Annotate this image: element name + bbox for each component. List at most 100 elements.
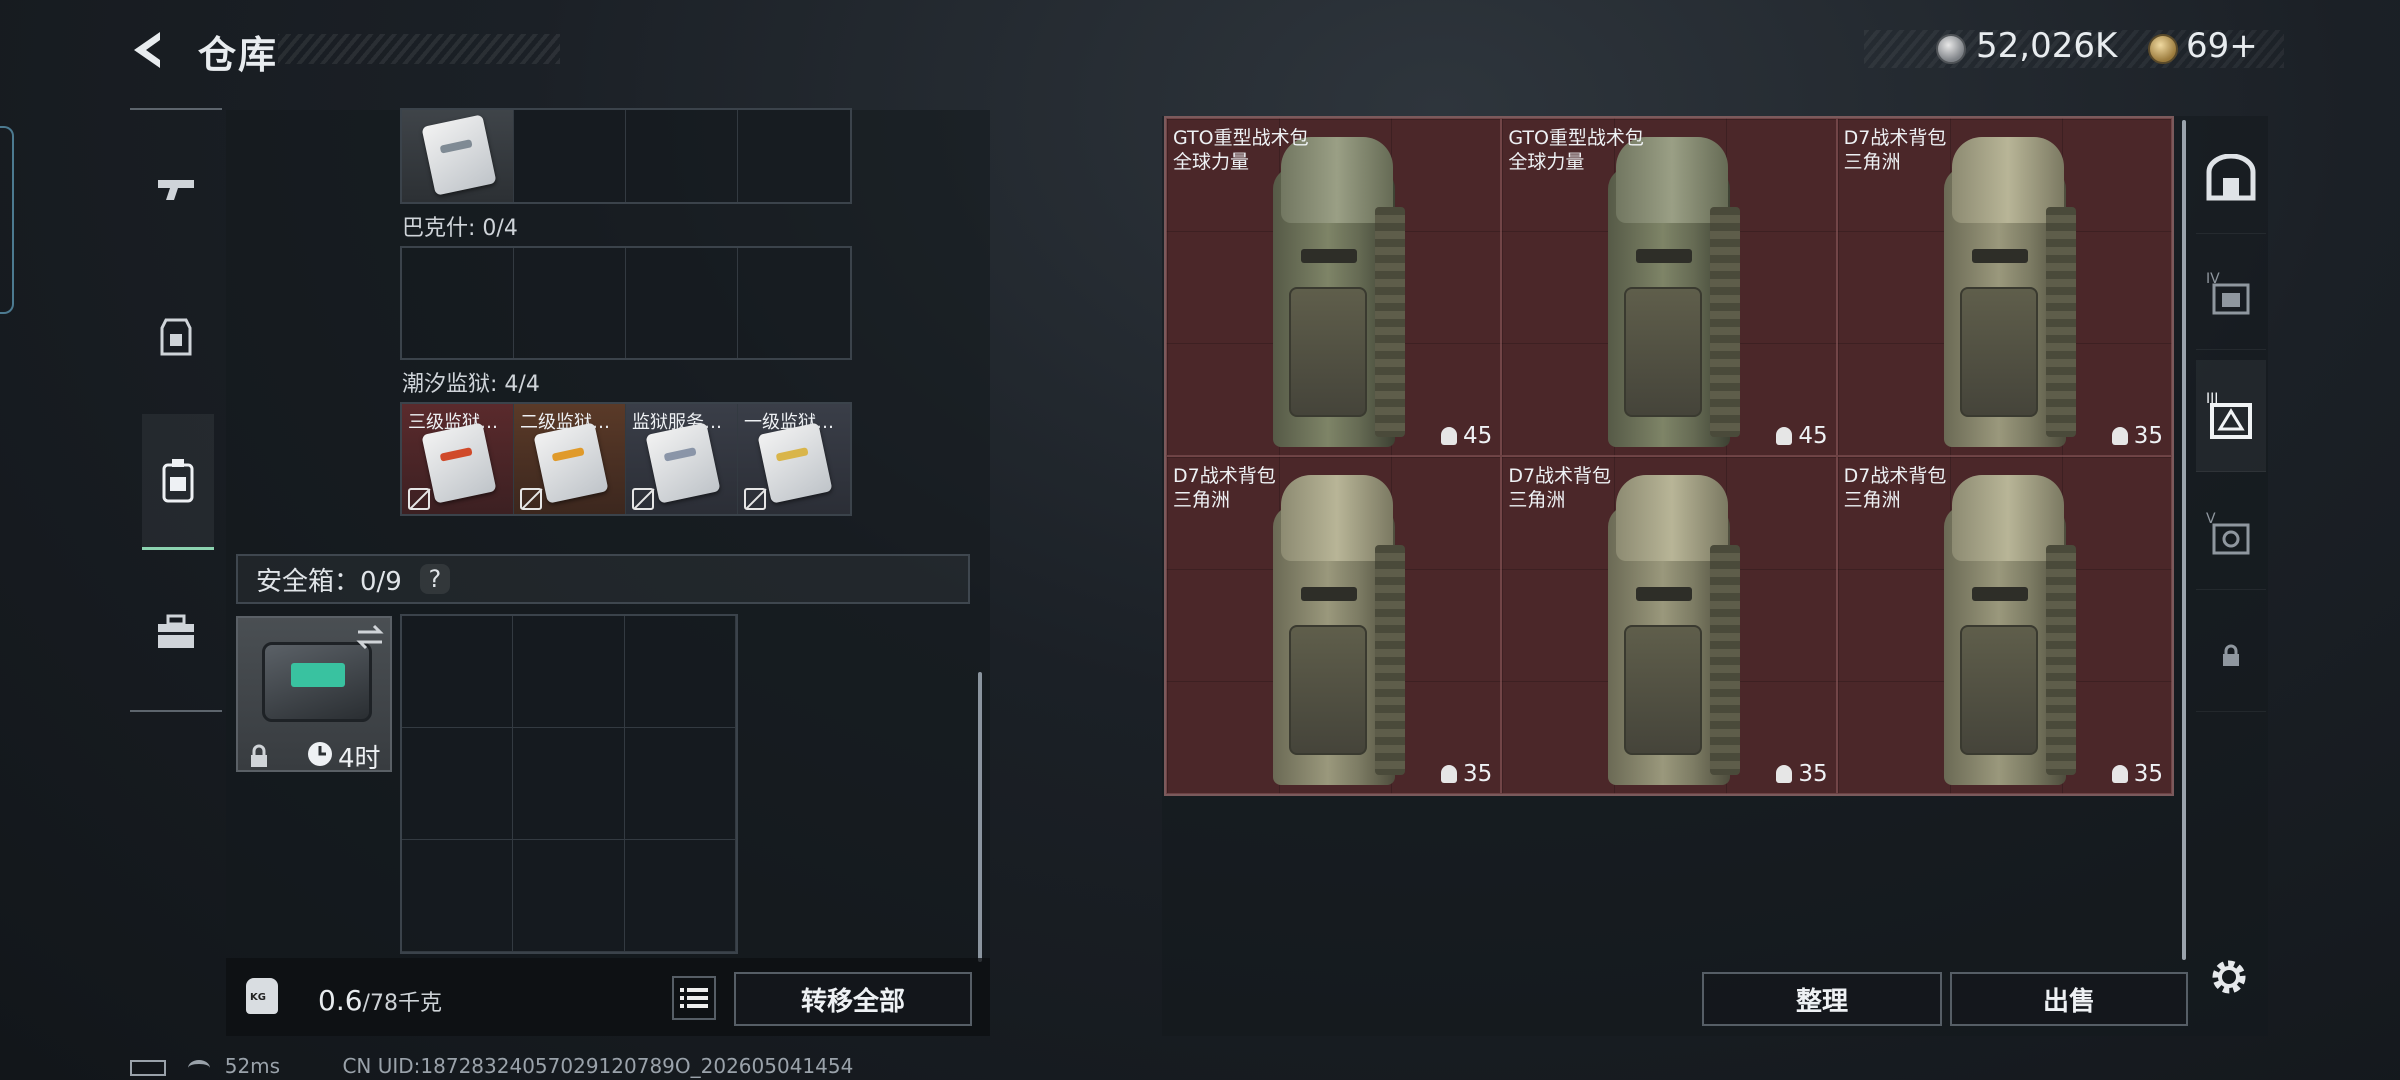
key-slot-row [400,108,852,204]
tab-armor[interactable] [130,290,222,386]
key-slot[interactable] [402,248,514,358]
lock-icon [2223,644,2239,666]
list-view-button[interactable] [672,976,716,1020]
safe-slot[interactable] [513,840,625,952]
back-arrow-icon [134,32,160,68]
safe-box-item[interactable]: 4时 [236,616,392,774]
capacity-badge: 35 [1441,761,1492,787]
sell-button[interactable]: 出售 [1950,972,2188,1026]
backpack-item[interactable]: D7战术背包 三角洲 35 [1836,456,2172,794]
tab-storage-v[interactable]: V [2196,478,2266,590]
sort-button[interactable]: 整理 [1702,972,1942,1026]
capacity-icon [2111,427,2128,445]
list-icon [680,988,708,1008]
safe-box-grid [400,614,738,954]
transfer-all-button[interactable]: 转移全部 [734,972,972,1026]
safe-slot[interactable] [402,728,514,840]
unlocked-icon [408,488,430,510]
key-slot[interactable] [738,110,850,202]
backpack-icon [1934,137,2084,447]
gold-currency-value: 69+ [2186,26,2258,66]
capacity-badge: 35 [2111,761,2163,787]
safe-box-timer: 4时 [338,744,381,774]
tab-toolbox[interactable] [130,584,222,680]
safe-slot[interactable] [513,728,625,840]
item-brand: 三角洲 [1508,489,1566,511]
storage-iii-icon: III [2206,391,2252,439]
backpack-icon [1263,137,1413,447]
silver-coin-icon [1936,34,1966,64]
capacity-icon [1441,427,1458,445]
key-item[interactable]: 监狱服务… [626,404,738,514]
key-slot[interactable] [626,110,738,202]
item-brand: 三角洲 [1843,151,1901,173]
capacity-value: 35 [1798,761,1828,787]
toolbox-icon [158,614,194,648]
backpack-icon [1934,475,2084,785]
tab-vault[interactable] [2196,122,2266,234]
key-slot[interactable] [738,248,850,358]
safe-slot[interactable] [402,616,514,728]
help-button[interactable]: ? [419,564,450,594]
key-slot[interactable] [514,110,626,202]
backpack-grid: GTO重型战术包 全球力量 45 GTO重型战术包 全球力量 45 D7战术背包 三角洲 35 D… [1164,116,2174,796]
safe-slot[interactable] [624,840,736,952]
weight-icon [246,978,278,1014]
gold-coin-icon [2148,34,2178,64]
capacity-value: 35 [2133,761,2163,787]
settings-button[interactable] [2206,954,2252,1000]
key-slot-row [400,246,852,360]
tab-weapons[interactable] [130,142,222,238]
key-item[interactable]: 一级监狱… [738,404,850,514]
key-item[interactable]: 二级监狱… [514,404,626,514]
backpack-icon [162,458,194,502]
capacity-value: 45 [1798,423,1828,449]
backpack-item[interactable]: D7战术背包 三角洲 35 [1166,456,1502,794]
key-slot[interactable] [626,248,738,358]
tab-locked[interactable] [2196,600,2266,712]
ping-value: 52ms [224,1054,281,1078]
storage-iv-icon: IV [2206,271,2250,314]
safe-slot[interactable] [402,840,514,952]
tab-backpack[interactable] [142,414,214,550]
tab-storage-iv[interactable]: IV [2196,238,2266,350]
capacity-value: 35 [2133,423,2163,449]
capacity-badge: 45 [1441,423,1492,449]
capacity-icon [1441,765,1458,783]
keycard-icon [757,422,833,504]
safe-slot[interactable] [624,728,736,840]
battery-icon [130,1059,166,1076]
item-name: GTO重型战术包 [1508,127,1644,149]
item-name: D7战术背包 [1508,465,1612,487]
key-slot-row: 三级监狱… 二级监狱… 监狱服务… 一级监狱… [400,402,852,516]
storage-scrollbar[interactable] [978,672,982,962]
uid-text: CN UID:18728324057029120789O_20260504145… [342,1054,854,1078]
wifi-icon [188,1059,211,1076]
title-decoration [278,34,560,64]
item-brand: 全球力量 [1508,151,1585,173]
capacity-badge: 35 [2111,423,2163,449]
tab-storage-iii[interactable]: III [2196,360,2266,472]
backpack-icon [1263,475,1413,785]
safe-slot[interactable] [513,616,625,728]
back-button[interactable] [126,26,174,74]
vault-icon [2206,153,2256,200]
backpack-item[interactable]: D7战术背包 三角洲 35 [1501,456,1837,794]
key-item[interactable]: 三级监狱… [402,404,514,514]
weight-readout: 0.6/78千克 [318,984,442,1017]
backpack-item[interactable]: D7战术背包 三角洲 35 [1836,118,2172,456]
backpack-item[interactable]: GTO重型战术包 全球力量 45 [1501,118,1837,456]
armor-icon [160,318,192,356]
safe-box-label: 安全箱：0/9 [256,566,402,597]
key-slot[interactable] [402,110,514,202]
container-scrollbar[interactable] [2182,120,2186,960]
keycard-icon [533,422,609,504]
item-name: D7战术背包 [1173,465,1276,487]
side-drawer-handle[interactable] [0,126,14,314]
safe-slot[interactable] [624,616,736,728]
key-slot[interactable] [514,248,626,358]
backpack-item[interactable]: GTO重型战术包 全球力量 45 [1166,118,1502,456]
keycard-icon [421,422,497,504]
unlocked-icon [632,488,654,510]
swap-icon[interactable] [354,624,386,650]
